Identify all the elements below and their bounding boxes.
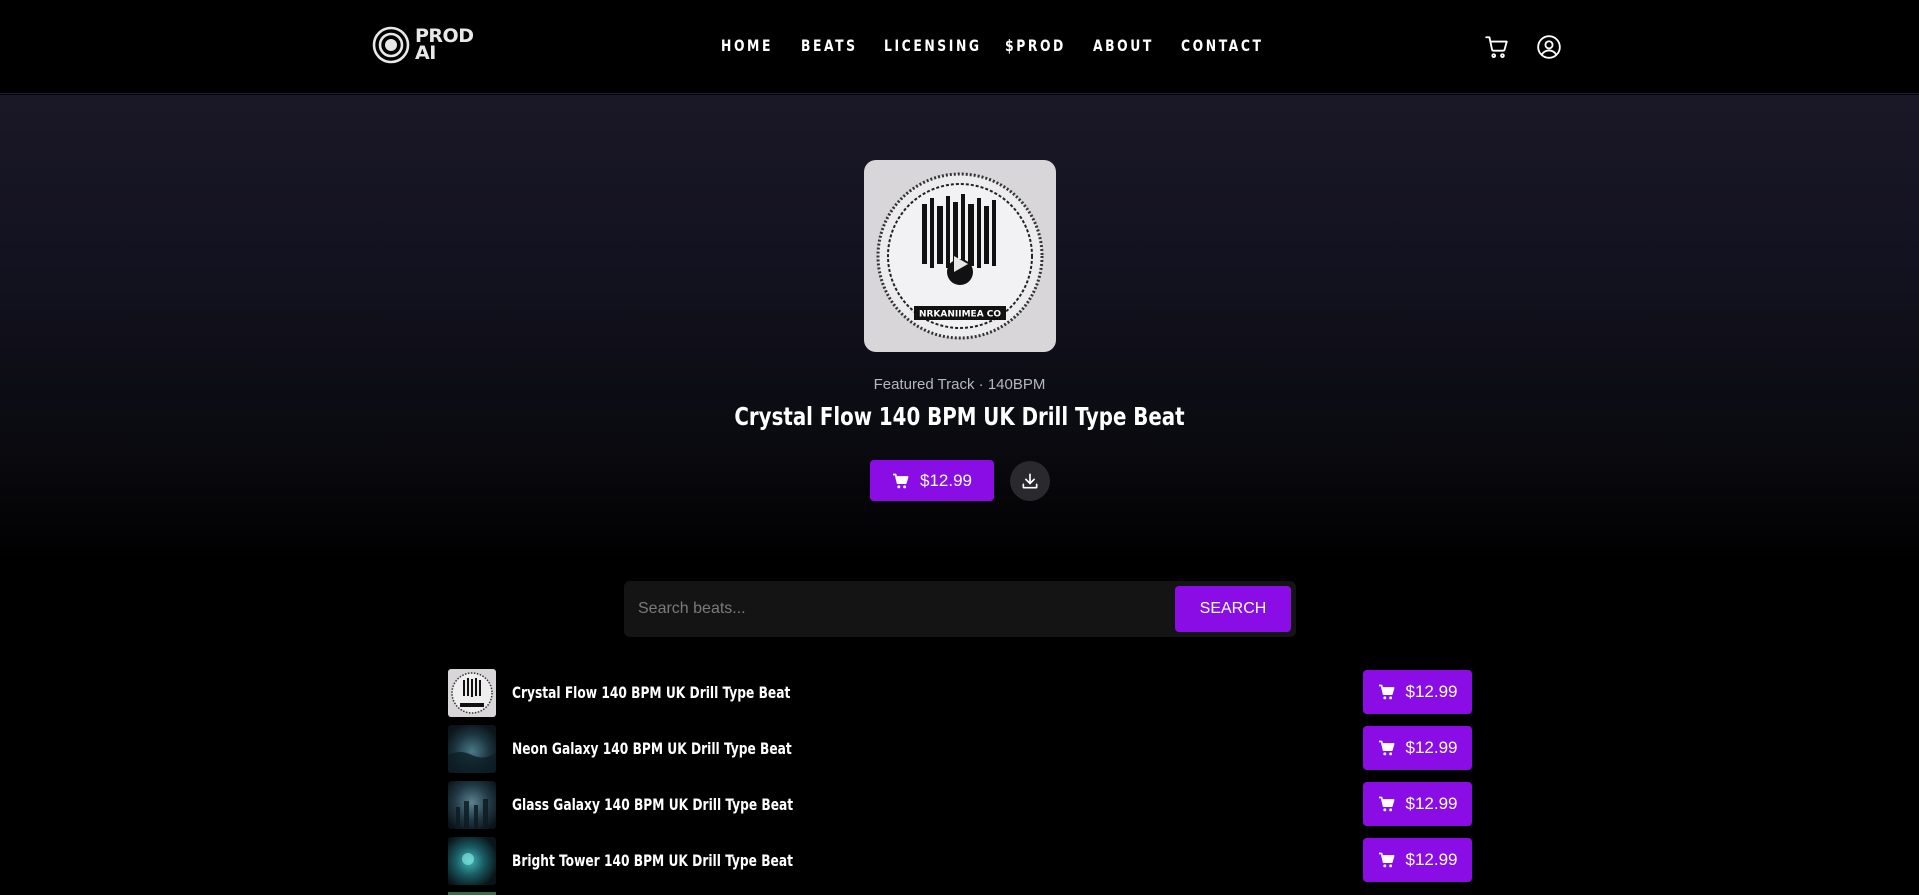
track-artwork — [448, 669, 496, 717]
nav-contact[interactable]: CONTACT — [1181, 36, 1264, 55]
featured-buy-button[interactable]: $12.99 — [870, 460, 994, 501]
cart-icon — [1378, 852, 1394, 868]
track-row[interactable]: Bright Tower 140 BPM UK Drill Type Beat … — [448, 837, 1472, 887]
track-artwork — [448, 725, 496, 773]
cart-icon — [1378, 740, 1394, 756]
track-buy-button[interactable]: $12.99 — [1363, 838, 1472, 882]
cover-artwork: NRKANIIMEA CO — [864, 160, 1056, 352]
nav-home[interactable]: HOME — [721, 36, 773, 55]
track-title[interactable]: Neon Galaxy 140 BPM UK Drill Type Beat — [512, 739, 792, 758]
featured-download-button[interactable] — [1010, 461, 1050, 501]
track-buy-button[interactable]: $12.99 — [1363, 782, 1472, 826]
download-icon — [1022, 473, 1038, 489]
track-price: $12.99 — [1405, 794, 1458, 813]
track-row[interactable]: Neon Galaxy 140 BPM UK Drill Type Beat $… — [448, 725, 1472, 775]
track-buy-button[interactable]: $12.99 — [1363, 670, 1472, 714]
nav-prod-token[interactable]: $PROD — [1005, 36, 1066, 55]
track-price: $12.99 — [1405, 738, 1458, 757]
search-input[interactable] — [638, 589, 1168, 629]
cover-label-text: NRKANIIMEA CO — [919, 310, 1001, 320]
featured-cover-art[interactable]: NRKANIIMEA CO — [864, 160, 1056, 352]
track-row[interactable]: Glass Galaxy 140 BPM UK Drill Type Beat … — [448, 781, 1472, 831]
track-thumbnail[interactable] — [448, 669, 496, 717]
track-thumbnail[interactable] — [448, 725, 496, 773]
cart-icon[interactable] — [1484, 34, 1510, 60]
cart-icon — [1378, 684, 1394, 700]
track-price: $12.99 — [1405, 850, 1458, 869]
logo-text: PROD AI — [415, 27, 474, 64]
track-artwork — [448, 837, 496, 885]
cart-icon — [893, 473, 909, 488]
featured-title: Crystal Flow 140 BPM UK Drill Type Beat — [734, 402, 1185, 431]
cart-icon — [1378, 796, 1394, 812]
nav-licensing[interactable]: LICENSING — [884, 36, 982, 55]
track-title[interactable]: Glass Galaxy 140 BPM UK Drill Type Beat — [512, 795, 793, 814]
track-thumbnail[interactable] — [448, 837, 496, 885]
track-title[interactable]: Bright Tower 140 BPM UK Drill Type Beat — [512, 851, 793, 870]
site-header: PROD AI HOME BEATS LICENSING $PROD ABOUT… — [0, 0, 1919, 94]
featured-price: $12.99 — [920, 470, 972, 490]
nav-beats[interactable]: BEATS — [801, 36, 858, 55]
track-title[interactable]: Crystal Flow 140 BPM UK Drill Type Beat — [512, 683, 790, 702]
track-row[interactable]: Crystal Flow 140 BPM UK Drill Type Beat … — [448, 669, 1472, 719]
nav-about[interactable]: ABOUT — [1093, 36, 1154, 55]
logo-target-icon — [372, 26, 410, 64]
logo-line-2: AI — [415, 42, 436, 64]
track-artwork — [448, 781, 496, 829]
track-thumbnail[interactable] — [448, 781, 496, 829]
user-account-icon[interactable] — [1536, 34, 1562, 60]
search-button[interactable]: SEARCH — [1175, 586, 1291, 632]
track-buy-button[interactable]: $12.99 — [1363, 726, 1472, 770]
track-price: $12.99 — [1405, 682, 1458, 701]
featured-meta: Featured Track · 140BPM — [873, 376, 1046, 393]
brand-logo[interactable]: PROD AI — [372, 26, 474, 64]
search-bar: SEARCH — [624, 581, 1296, 637]
